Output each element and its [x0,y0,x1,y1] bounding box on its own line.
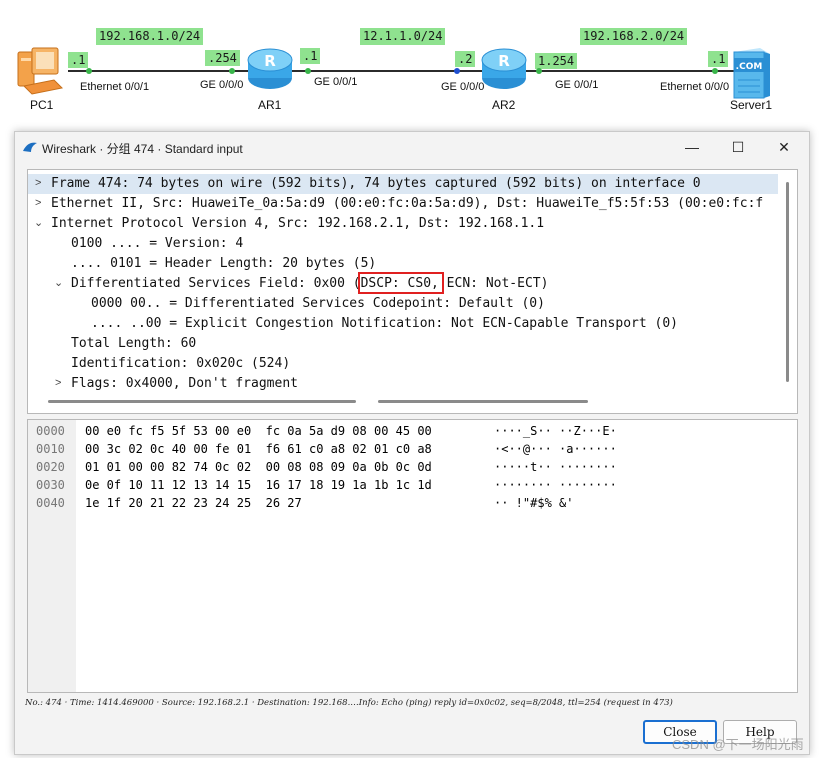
ascii-bytes[interactable]: ·· !"#$% &' [494,494,573,512]
title-bar[interactable]: Wireshark · 分组 474 · Standard input — ☐ … [15,132,809,162]
tree-row-ethernet[interactable]: Ethernet II, Src: HuaweiTe_0a:5a:d9 (00:… [51,194,763,214]
packet-details-pane[interactable]: > Frame 474: 74 bytes on wire (592 bits)… [27,169,798,414]
horizontal-scrollbar-right[interactable] [378,400,588,403]
collapsed-arrow-icon[interactable]: > [35,177,41,189]
tree-row-identification[interactable]: Identification: 0x020c (524) [71,354,290,374]
network-label-2: 12.1.1.0/24 [360,28,446,45]
hex-bytes[interactable]: 01 01 00 00 82 74 0c 02 00 08 08 09 0a 0… [85,458,432,476]
port-dot-ar2-g0 [454,68,460,74]
port-label-pc1: Ethernet 0/0/1 [80,81,150,93]
tree-row-ipv4[interactable]: Internet Protocol Version 4, Src: 192.16… [51,214,544,234]
pc-icon[interactable] [14,44,66,98]
port-dot-pc1 [86,68,92,74]
ip-label-ar1-g0: .254 [205,50,240,66]
hex-bytes[interactable]: 00 3c 02 0c 40 00 fe 01 f6 61 c0 a8 02 0… [85,440,432,458]
router-letter: R [264,52,276,70]
network-label-3: 192.168.2.0/24 [580,28,688,45]
link-pc1-ar1 [68,70,250,72]
router-icon[interactable]: R [246,46,294,92]
device-label-ar1: AR1 [258,98,282,112]
byte-offset: 0030 [36,478,65,492]
byte-offset: 0000 [36,424,65,438]
tree-row-dscp[interactable]: 0000 00.. = Differentiated Services Code… [91,294,545,314]
device-label-pc1: PC1 [30,98,54,112]
window-title: Wireshark · 分组 474 · Standard input [42,142,243,156]
router-letter: R [498,52,510,70]
port-label-ar1-g0: GE 0/0/0 [200,79,244,91]
packet-status-line: No.: 474 · Time: 1414.469000 · Source: 1… [25,698,673,708]
tree-row-version[interactable]: 0100 .... = Version: 4 [71,234,243,254]
dscp-highlight-box [358,272,444,294]
close-window-button[interactable]: ✕ [761,132,807,162]
expanded-arrow-icon[interactable]: ⌄ [34,216,43,229]
horizontal-scrollbar-left[interactable] [48,400,356,403]
byte-offset: 0010 [36,442,65,456]
hex-bytes[interactable]: 0e 0f 10 11 12 13 14 15 16 17 18 19 1a 1… [85,476,432,494]
ip-label-pc1: .1 [68,52,89,68]
port-label-ar1-g1: GE 0/0/1 [314,76,358,88]
hex-bytes[interactable]: 1e 1f 20 21 22 23 24 25 26 27 [85,494,302,512]
wireshark-fin-icon [23,142,37,152]
byte-offset: 0040 [36,496,65,510]
ascii-bytes[interactable]: ·<··@··· ·a······ [494,440,617,458]
vertical-scrollbar[interactable] [786,182,789,382]
port-dot-ar1-g0 [229,68,235,74]
server-badge: .COM [736,62,763,72]
port-label-ar2-g0: GE 0/0/0 [441,81,485,93]
device-label-server1: Server1 [730,98,773,112]
server-icon[interactable]: .COM [730,44,774,100]
collapsed-arrow-icon[interactable]: > [55,377,61,389]
port-dot-ar2-g1 [536,68,542,74]
ascii-bytes[interactable]: ····_S·· ··Z···E· [494,422,617,440]
tree-row-ecn[interactable]: .... ..00 = Explicit Congestion Notifica… [91,314,678,334]
tree-row-flags[interactable]: Flags: 0x4000, Don't fragment [71,374,298,394]
port-dot-server1 [712,68,718,74]
packet-window: Wireshark · 分组 474 · Standard input — ☐ … [14,131,810,755]
packet-bytes-pane[interactable]: 0000 0010 0020 0030 0040 00 e0 fc f5 5f … [27,419,798,693]
tree-row-total-length[interactable]: Total Length: 60 [71,334,196,354]
ip-label-server1: .1 [708,51,729,67]
device-label-ar2: AR2 [492,98,516,112]
tree-row-frame[interactable]: Frame 474: 74 bytes on wire (592 bits), … [51,174,701,194]
ip-label-ar2-g1: 1.254 [535,53,578,69]
tree-row-header-length[interactable]: .... 0101 = Header Length: 20 bytes (5) [71,254,376,274]
hex-bytes[interactable]: 00 e0 fc f5 5f 53 00 e0 fc 0a 5a d9 08 0… [85,422,432,440]
ip-label-ar2-g0: .2 [455,51,476,67]
port-dot-ar1-g1 [305,68,311,74]
network-label-1: 192.168.1.0/24 [96,28,204,45]
expanded-arrow-icon[interactable]: ⌄ [54,276,63,289]
tree-row-dsfield[interactable]: Differentiated Services Field: 0x00 (DSC… [71,274,548,294]
ip-label-ar1-g1: .1 [300,48,321,64]
port-label-server1: Ethernet 0/0/0 [660,81,730,93]
watermark: CSDN @下一场阳光雨 [672,737,804,752]
byte-offset: 0020 [36,460,65,474]
router-icon[interactable]: R [480,46,528,92]
ascii-bytes[interactable]: ·····t·· ········ [494,458,617,476]
collapsed-arrow-icon[interactable]: > [35,197,41,209]
maximize-button[interactable]: ☐ [715,132,761,162]
ascii-bytes[interactable]: ········ ········ [494,476,617,494]
link-ar2-server1 [526,70,736,72]
minimize-button[interactable]: — [669,132,715,162]
port-label-ar2-g1: GE 0/0/1 [555,79,599,91]
